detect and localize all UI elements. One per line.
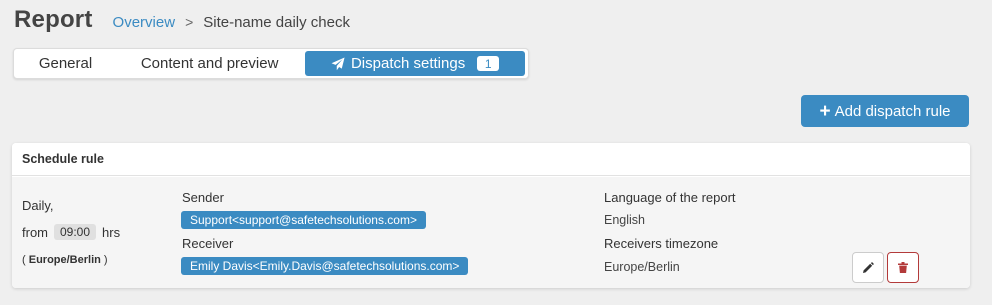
paper-plane-icon — [331, 57, 345, 70]
receiver-label: Receiver — [182, 236, 234, 251]
tab-dispatch-settings[interactable]: Dispatch settings 1 — [305, 51, 526, 76]
receivers-timezone-label: Receivers timezone — [604, 236, 719, 251]
card-title: Schedule rule — [22, 152, 104, 166]
add-dispatch-rule-button[interactable]: + Add dispatch rule — [801, 95, 969, 127]
schedule-from-label: from — [22, 224, 48, 240]
language-label: Language of the report — [604, 190, 736, 205]
breadcrumb-separator: > — [185, 14, 194, 30]
add-dispatch-rule-label: Add dispatch rule — [834, 102, 951, 120]
plus-icon: + — [819, 100, 831, 122]
schedule-rule-card: Schedule rule Daily, from 09:00 hrs ( Eu… — [12, 143, 970, 288]
breadcrumb-overview-link[interactable]: Overview — [113, 14, 176, 31]
tab-general[interactable]: General — [17, 51, 114, 76]
delete-rule-button[interactable] — [887, 252, 919, 283]
breadcrumb: Overview > Site-name daily check — [113, 14, 350, 31]
tab-dispatch-label: Dispatch settings — [350, 55, 466, 72]
sender-label: Sender — [182, 190, 224, 205]
page-header: Report Overview > Site-name daily check — [14, 6, 350, 38]
receiver-pill: Emily Davis<Emily.Davis@safetechsolution… — [181, 257, 469, 275]
language-value: English — [604, 213, 645, 227]
schedule-timezone: ( Europe/Berlin ) — [22, 254, 108, 266]
schedule-hrs-label: hrs — [102, 224, 121, 240]
dispatch-count-badge: 1 — [477, 56, 500, 71]
report-tabs: General Content and preview Dispatch set… — [13, 48, 529, 79]
edit-rule-button[interactable] — [852, 252, 884, 283]
sender-pill: Support<support@safetechsolutions.com> — [181, 211, 426, 229]
page-title: Report — [14, 6, 93, 33]
trash-icon — [898, 262, 908, 273]
schedule-timezone-close-paren: ) — [103, 254, 108, 266]
card-header: Schedule rule — [12, 143, 970, 176]
breadcrumb-current: Site-name daily check — [203, 14, 350, 31]
schedule-frequency: Daily, — [22, 198, 54, 213]
card-body: Daily, from 09:00 hrs ( Europe/Berlin ) … — [12, 177, 970, 288]
tab-content-and-preview[interactable]: Content and preview — [114, 51, 305, 76]
pencil-icon — [863, 261, 874, 273]
schedule-time: 09:00 — [54, 224, 97, 240]
receivers-timezone-value: Europe/Berlin — [604, 260, 680, 274]
schedule-timezone-value: Europe/Berlin — [28, 254, 101, 266]
schedule-time-row: from 09:00 hrs — [22, 224, 120, 240]
schedule-timezone-open-paren: ( — [22, 254, 26, 266]
